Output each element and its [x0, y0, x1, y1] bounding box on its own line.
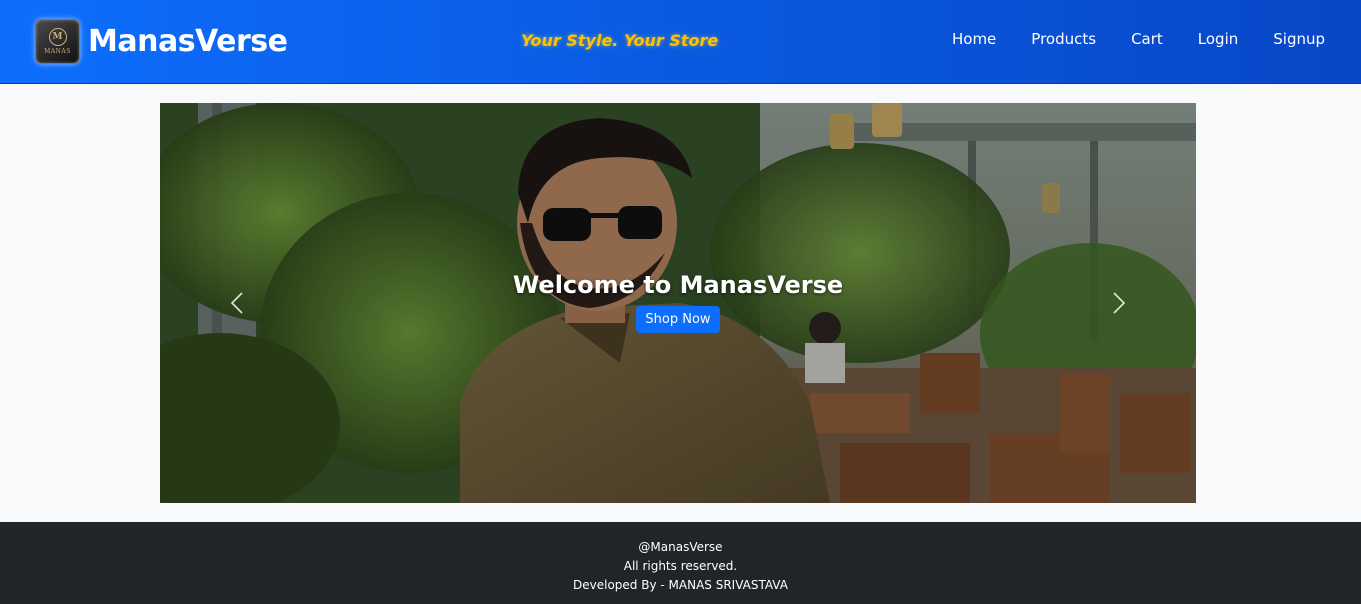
- hero-caption: Welcome to ManasVerse Shop Now: [160, 271, 1196, 333]
- nav-cart[interactable]: Cart: [1131, 30, 1163, 48]
- hero-title: Welcome to ManasVerse: [512, 271, 844, 299]
- nav-login[interactable]: Login: [1198, 30, 1238, 48]
- nav-home[interactable]: Home: [952, 30, 996, 48]
- nav-products[interactable]: Products: [1031, 30, 1096, 48]
- footer: @ManasVerse All rights reserved. Develop…: [0, 522, 1361, 604]
- logo-text: MANAS: [44, 47, 71, 55]
- hero-carousel: Welcome to ManasVerse Shop Now: [160, 103, 1196, 503]
- nav-links: Home Products Cart Login Signup: [952, 30, 1325, 48]
- navbar: M MANAS ManasVerse Your Style. Your Stor…: [0, 0, 1361, 84]
- carousel-prev-button[interactable]: [222, 288, 252, 318]
- footer-handle: @ManasVerse: [638, 540, 723, 554]
- shop-now-button[interactable]: Shop Now: [636, 306, 720, 333]
- chevron-right-icon: [1113, 292, 1126, 314]
- carousel-next-button[interactable]: [1104, 288, 1134, 318]
- brand-link[interactable]: M MANAS ManasVerse: [35, 18, 288, 64]
- nav-signup[interactable]: Signup: [1273, 30, 1325, 48]
- brand-name: ManasVerse: [88, 23, 288, 59]
- tagline: Your Style. Your Store: [521, 31, 719, 50]
- chevron-left-icon: [230, 292, 243, 314]
- footer-credit: Developed By - MANAS SRIVASTAVA: [573, 578, 788, 592]
- footer-rights: All rights reserved.: [623, 559, 738, 573]
- brand-logo: M MANAS: [35, 18, 80, 64]
- logo-emblem-icon: M: [48, 27, 67, 46]
